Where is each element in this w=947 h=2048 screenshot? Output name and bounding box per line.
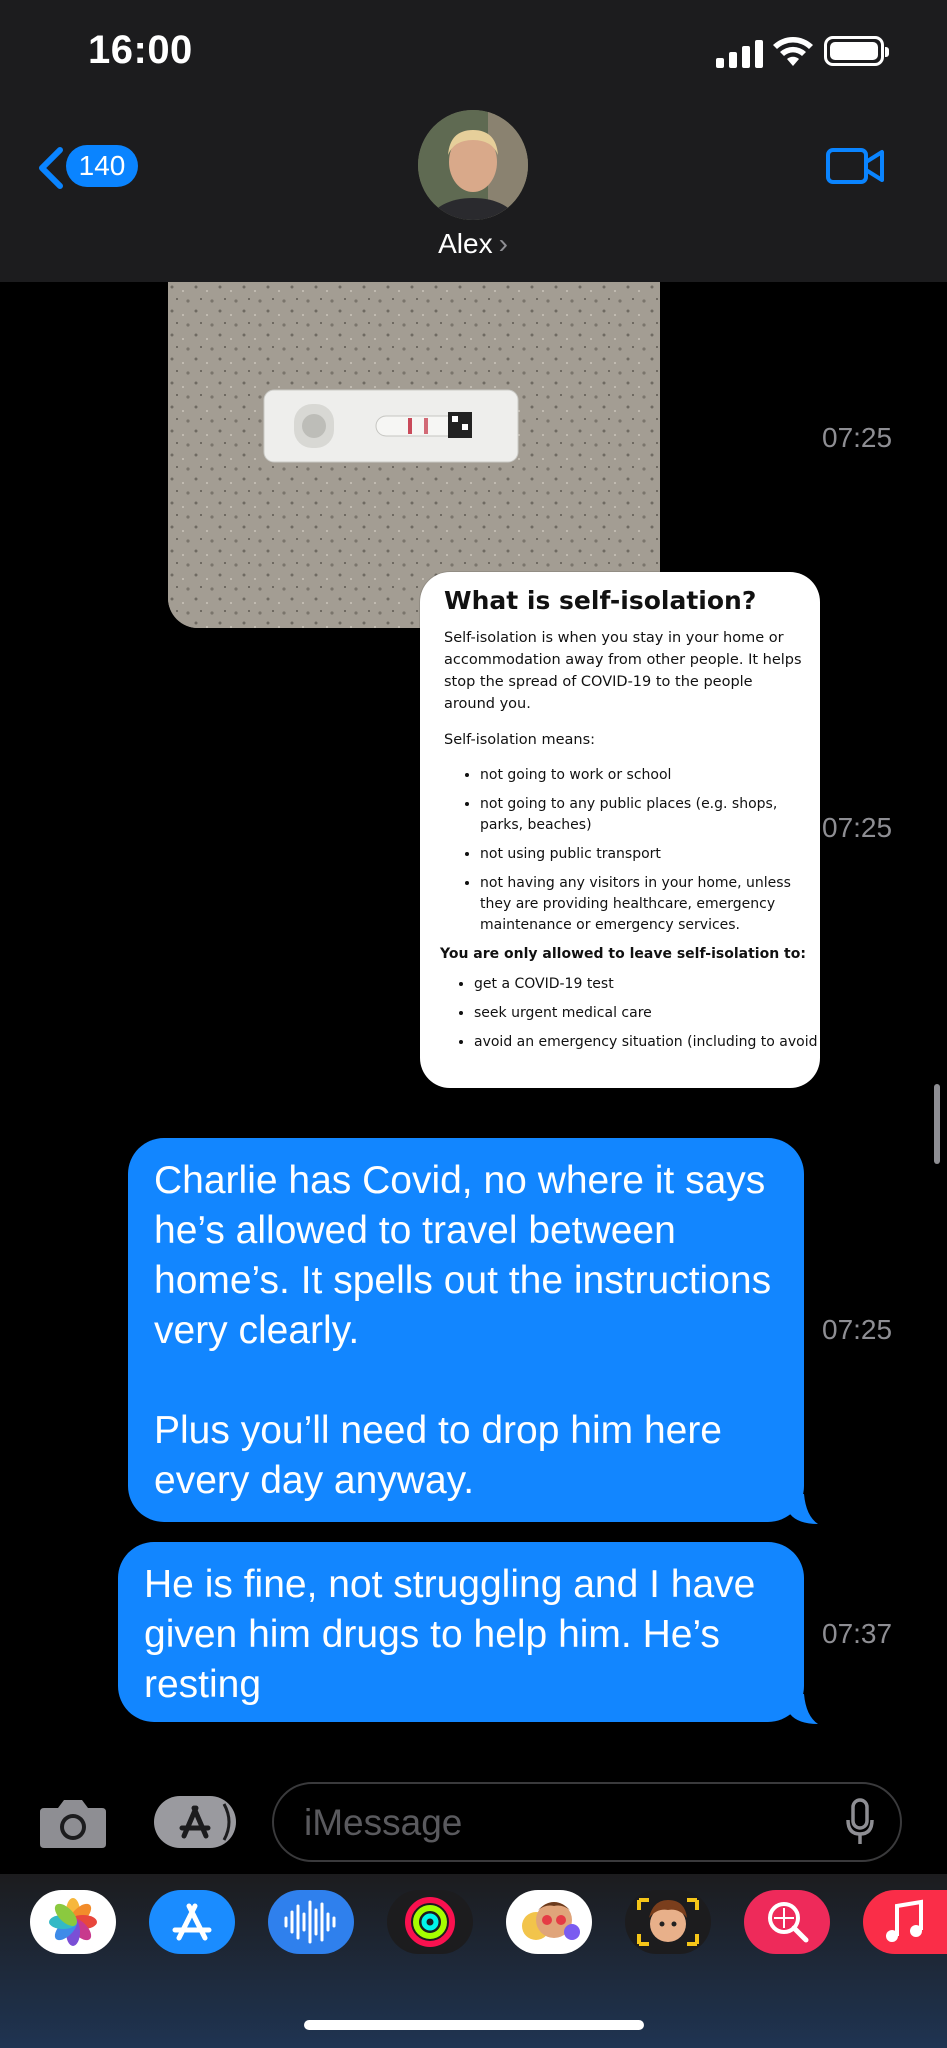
list-item: not going to any public places (e.g. sho… [480,794,806,836]
message-text: Charlie has Covid, no where it says he’s… [154,1159,772,1352]
sent-message-bubble[interactable]: Charlie has Covid, no where it says he’s… [128,1138,804,1522]
photos-app-icon[interactable] [30,1890,116,1954]
self-isolation-document-image[interactable]: What is self-isolation? Self-isolation i… [420,572,820,1088]
microphone-icon[interactable] [846,1798,874,1846]
message-input-field[interactable] [272,1782,902,1862]
cellular-signal-icon [716,40,764,68]
memoji-stickers-icon[interactable] [506,1890,592,1954]
scrollbar[interactable] [934,1084,940,1164]
message-timestamp: 07:25 [822,812,893,843]
list-item: seek urgent medical care [474,1003,806,1024]
message-text: Plus you’ll need to drop him here every … [154,1409,722,1502]
image-search-icon[interactable] [744,1890,830,1954]
document-allowed-label: You are only allowed to leave self-isola… [440,946,806,962]
camera-icon[interactable] [38,1794,108,1850]
bubble-tail [790,1494,818,1524]
document-intro: Self-isolation is when you stay in your … [444,630,802,712]
activity-icon[interactable] [387,1890,473,1954]
sent-message-bubble[interactable]: He is fine, not struggling and I have gi… [118,1542,804,1722]
list-item: avoid an emergency situation (including … [474,1032,818,1053]
list-item: get a COVID-19 test [474,974,806,995]
document-means-label: Self-isolation means: [444,732,596,748]
battery-icon [824,36,889,66]
imessage-input[interactable] [302,1794,806,1852]
bubble-tail [790,1694,818,1724]
unread-count-badge[interactable]: 140 [66,145,138,187]
list-item: not using public transport [480,844,806,865]
home-indicator[interactable] [304,2020,644,2030]
facetime-video-icon[interactable] [826,146,884,186]
list-item: not having any visitors in your home, un… [480,873,806,936]
music-icon[interactable] [863,1890,947,1954]
wifi-icon [773,37,813,66]
document-title: What is self-isolation? [444,586,757,615]
audio-message-icon[interactable] [268,1890,354,1954]
message-text: He is fine, not struggling and I have gi… [144,1563,756,1706]
message-timestamp: 07:25 [822,1314,893,1345]
message-timestamp: 07:25 [822,422,893,453]
list-item: not going to work or school [480,765,806,786]
app-store-icon[interactable] [149,1890,235,1954]
app-store-icon [179,1803,231,1841]
chevron-right-icon: › [498,228,508,259]
contact-name-button[interactable]: Alex › [398,228,548,260]
back-chevron-icon[interactable] [36,146,66,190]
app-store-drawer-button[interactable] [154,1796,236,1848]
memoji-icon[interactable] [625,1890,711,1954]
contact-avatar[interactable] [418,110,528,220]
message-timestamp: 07:37 [822,1618,893,1649]
status-time: 16:00 [88,28,193,72]
contact-name: Alex [438,228,493,259]
